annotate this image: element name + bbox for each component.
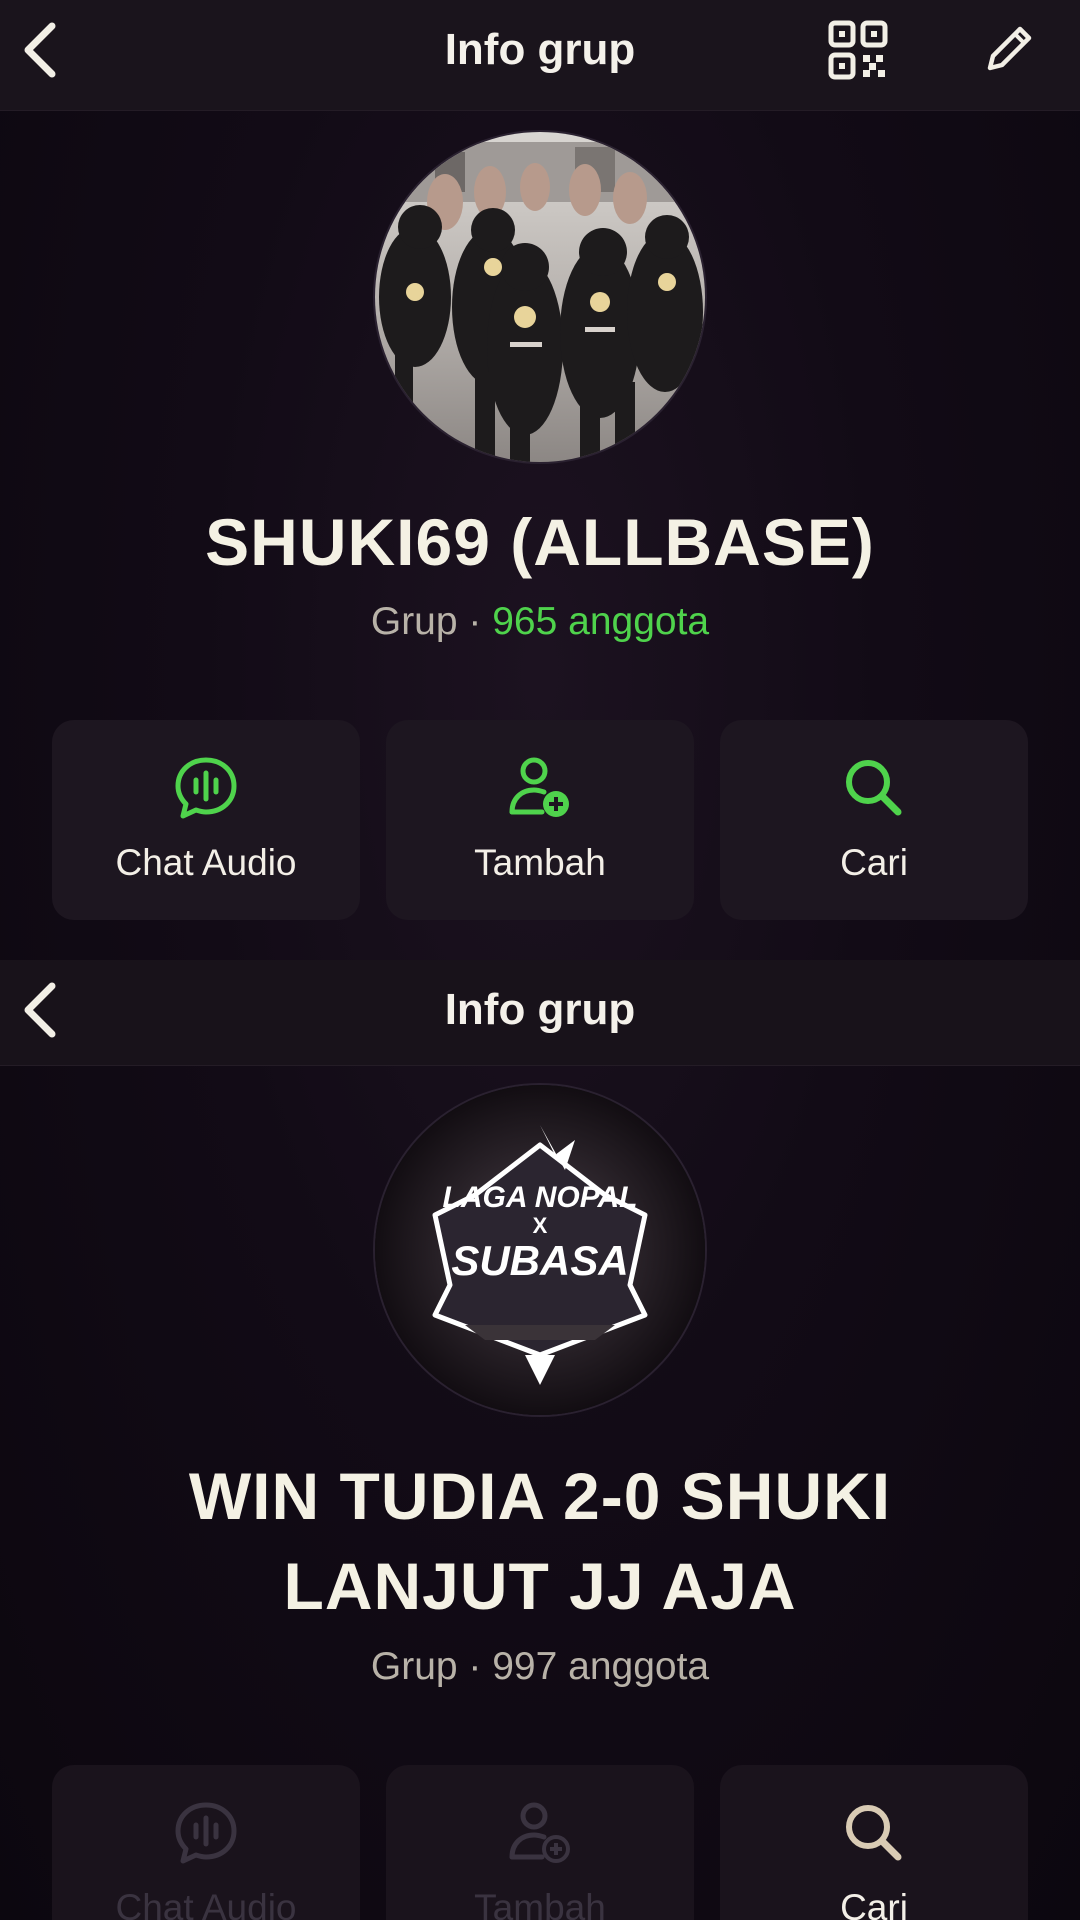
search-button[interactable]: Cari [720, 720, 1028, 920]
group-meta: Grup · 965 anggota [0, 600, 1080, 644]
qr-code-button[interactable] [820, 15, 896, 85]
chat-audio-label: Chat Audio [115, 1887, 297, 1920]
chat-audio-label: Chat Audio [115, 842, 297, 883]
group-photo [375, 132, 705, 462]
chat-audio-button[interactable]: Chat Audio [52, 1765, 360, 1920]
header: Info grup [0, 960, 1080, 1066]
search-icon [846, 760, 902, 816]
logo-line2: X [533, 1213, 548, 1238]
group-name-line1: WIN TUDIA 2-0 SHUKI [188, 1459, 892, 1533]
add-member-button[interactable]: Tambah [386, 1765, 694, 1920]
header: Info grup [0, 0, 1080, 111]
logo-line3: SUBASA [451, 1237, 628, 1284]
add-person-icon [509, 757, 569, 817]
screen: Info grup SHUKI69 (ALLBASE) Grup · 965 a… [0, 0, 1080, 1920]
search-icon [846, 1805, 902, 1861]
qr-code-icon [828, 20, 888, 80]
edit-button[interactable] [970, 15, 1046, 85]
page-title: Info grup [444, 985, 636, 1034]
search-label: Cari [840, 1887, 908, 1920]
group-avatar[interactable]: LAGA NOPAL X SUBASA [375, 1085, 705, 1415]
action-bar: Chat Audio Tambah Cari [52, 720, 1028, 920]
add-member-label: Tambah [474, 1887, 606, 1920]
group-meta: Grup · 997 anggota [370, 1645, 710, 1688]
group-info-panel-top: Info grup SHUKI69 (ALLBASE) Grup · 965 a… [0, 0, 1080, 955]
group-type-label: Grup · [370, 600, 493, 643]
group-name: SHUKI69 (ALLBASE) [205, 505, 875, 579]
action-bar: Chat Audio Tambah Cari [52, 1765, 1028, 1920]
search-label: Cari [840, 842, 908, 883]
laga-nopal-subasa-logo: LAGA NOPAL X SUBASA [375, 1085, 705, 1415]
add-member-label: Tambah [474, 842, 606, 883]
group-info-panel-bottom: Info grup LAGA NOPAL X SUBASA WIN TUDIA … [0, 955, 1080, 1920]
group-name: WIN TUDIA 2-0 SHUKI LANJUT JJ AJA [40, 1451, 1040, 1631]
member-count-link[interactable]: 965 anggota [492, 600, 709, 643]
page-title: Info grup [444, 25, 636, 74]
pencil-icon [987, 26, 1032, 71]
add-member-button[interactable]: Tambah [386, 720, 694, 920]
chat-audio-button[interactable]: Chat Audio [52, 720, 360, 920]
group-avatar[interactable] [375, 132, 705, 462]
search-button[interactable]: Cari [720, 1765, 1028, 1920]
add-person-icon [509, 1802, 570, 1863]
logo-line1: LAGA NOPAL [443, 1181, 638, 1214]
audio-chat-icon [175, 1802, 237, 1864]
audio-chat-icon [175, 757, 237, 819]
group-name-line2: LANJUT JJ AJA [283, 1549, 797, 1623]
